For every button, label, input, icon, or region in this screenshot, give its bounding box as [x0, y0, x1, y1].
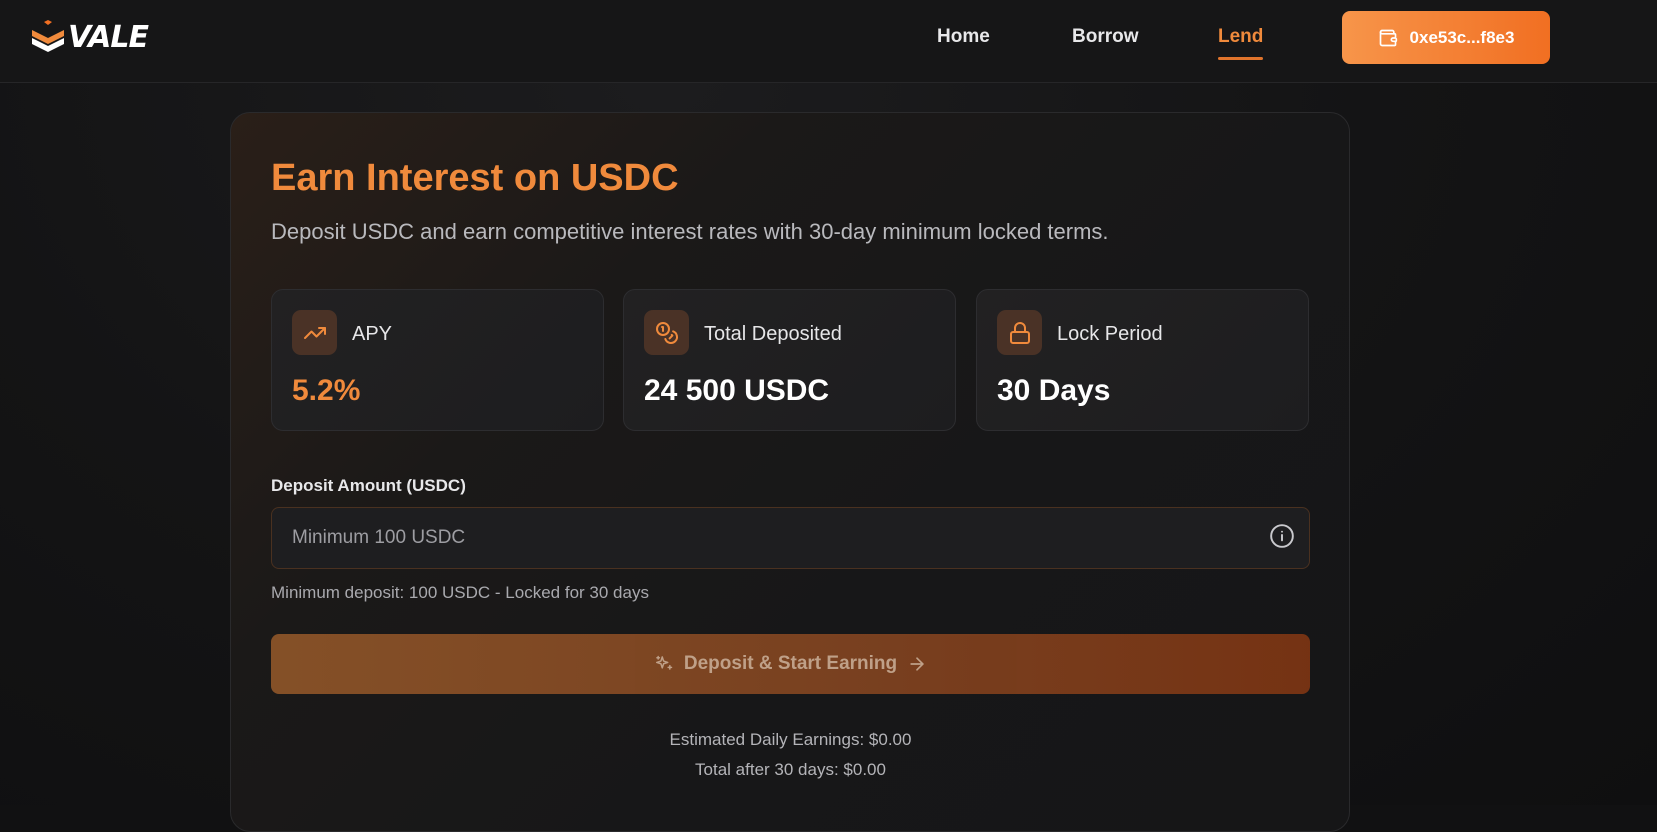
stat-card-total-deposited: Total Deposited 24 500 USDC: [623, 289, 956, 431]
page-title: Earn Interest on USDC: [271, 157, 679, 199]
sparkles-icon: [655, 655, 673, 670]
lend-card: Earn Interest on USDC Deposit USDC and e…: [230, 112, 1350, 832]
deposit-button[interactable]: Deposit & Start Earning: [271, 634, 1310, 694]
coins-icon: [644, 310, 689, 355]
wallet-button[interactable]: 0xe53c...f8e3: [1342, 11, 1550, 64]
stat-value: 24 500 USDC: [644, 374, 830, 407]
nav-link-home[interactable]: Home: [937, 26, 990, 60]
nav-link-lend[interactable]: Lend: [1218, 26, 1264, 60]
deposit-button-label: Deposit & Start Earning: [683, 653, 898, 674]
wallet-address: 0xe53c...f8e3: [1409, 27, 1515, 47]
top-navbar: VALE Home Borrow Lend 0xe53c...f8e3: [0, 0, 1657, 83]
estimated-total-earnings: Total after 30 days: $0.00: [695, 760, 886, 779]
stat-label: Lock Period: [1057, 323, 1163, 345]
stat-value: 5.2%: [292, 374, 361, 407]
stat-card-lock-period: Lock Period 30 Days: [976, 289, 1309, 431]
earnings-estimates: Estimated Daily Earnings: $0.00 Total af…: [271, 725, 1310, 785]
wallet-icon: [1379, 29, 1397, 46]
nav-link-borrow[interactable]: Borrow: [1072, 26, 1139, 60]
estimated-daily-earnings: Estimated Daily Earnings: $0.00: [669, 730, 912, 749]
brand-name: VALE: [68, 19, 149, 55]
page-subtitle: Deposit USDC and earn competitive intere…: [271, 219, 1109, 244]
stat-card-apy: APY 5.2%: [271, 289, 604, 431]
brand-logo[interactable]: VALE: [30, 19, 149, 55]
lock-icon: [997, 310, 1042, 355]
deposit-amount-input[interactable]: [272, 508, 1309, 568]
deposit-amount-field: [271, 507, 1310, 569]
stat-label: Total Deposited: [704, 323, 842, 345]
vale-chevron-logo-icon: [32, 20, 64, 52]
info-icon[interactable]: [1269, 523, 1295, 549]
trending-up-icon: [292, 310, 337, 355]
deposit-amount-label: Deposit Amount (USDC): [271, 476, 466, 495]
arrow-right-icon: [910, 657, 924, 671]
stat-label: APY: [352, 323, 393, 345]
deposit-helper-text: Minimum deposit: 100 USDC - Locked for 3…: [271, 583, 649, 602]
stat-value: 30 Days: [997, 374, 1111, 407]
